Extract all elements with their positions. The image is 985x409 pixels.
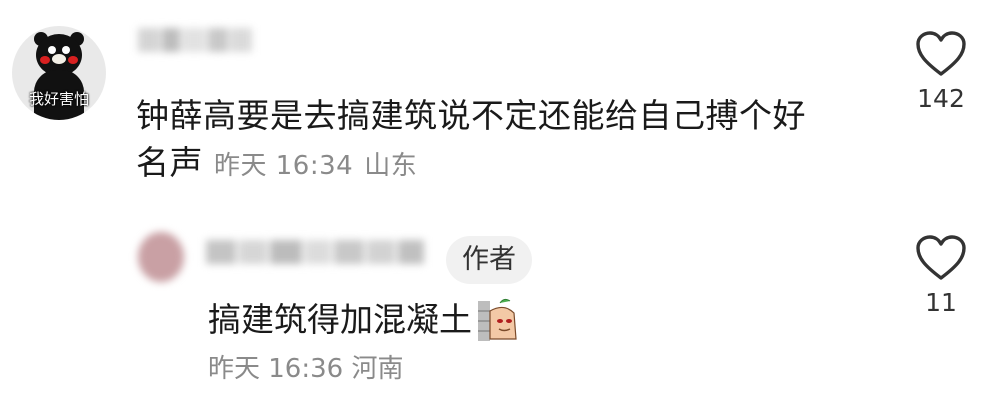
bear-muzzle <box>52 54 66 64</box>
like-count: 142 <box>917 84 965 113</box>
reply-time: 昨天 16:36 <box>208 354 344 384</box>
like-count: 11 <box>925 288 957 317</box>
reply-meta: 昨天 16:36 河南 <box>208 348 403 385</box>
avatar[interactable]: 我好害怕 <box>12 26 106 120</box>
bear-eye <box>48 46 56 54</box>
avatar-caption: 我好害怕 <box>28 90 89 108</box>
avatar[interactable] <box>138 232 184 282</box>
reply-location: 河南 <box>351 354 404 384</box>
reply-text: 搞建筑得加混凝土 <box>208 300 472 339</box>
username-blurred[interactable] <box>138 28 254 58</box>
bear-cheek <box>68 56 78 64</box>
heart-icon <box>916 235 966 280</box>
wall-peek-sticker-icon <box>478 298 517 341</box>
author-badge: 作者 <box>446 236 532 284</box>
bear-eye <box>62 46 70 54</box>
reply-body: 搞建筑得加混凝土 <box>208 296 520 345</box>
comment-location: 山东 <box>364 151 418 181</box>
heart-icon <box>916 31 966 76</box>
bear-cheek <box>40 56 50 64</box>
like-button[interactable]: 142 <box>906 30 976 113</box>
like-button[interactable]: 11 <box>906 234 976 317</box>
comment-time: 昨天 16:34 <box>214 151 354 181</box>
comment-body: 钟薛高要是去搞建筑说不定还能给自己搏个好名声 昨天 16:34 山东 <box>136 92 836 190</box>
username-blurred[interactable] <box>206 240 438 270</box>
sticker-emoji <box>476 297 520 343</box>
